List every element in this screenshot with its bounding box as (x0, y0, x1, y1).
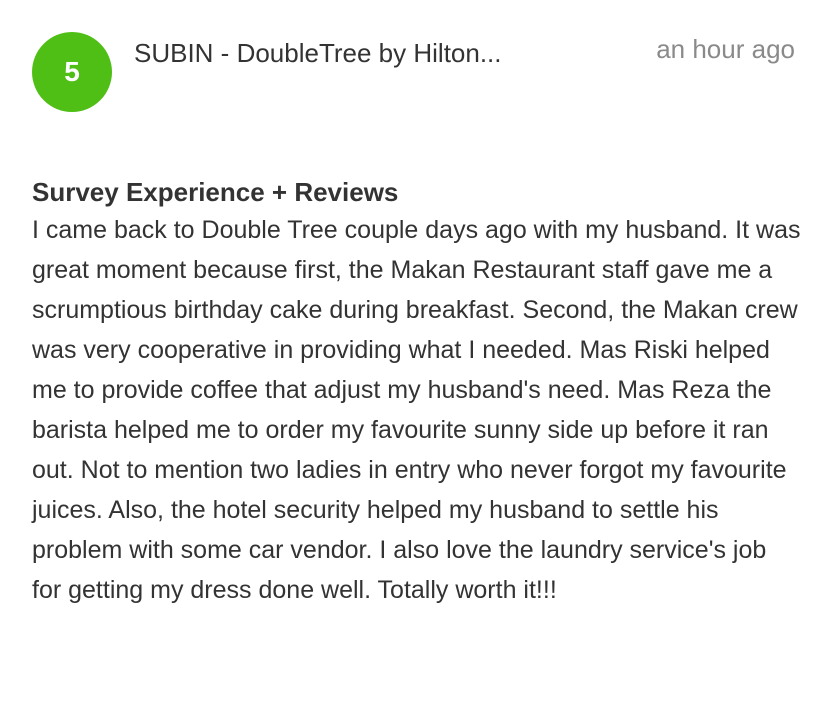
review-timestamp: an hour ago (656, 34, 795, 64)
review-source-title: SUBIN - DoubleTree by Hilton... (134, 38, 502, 68)
rating-badge: 5 (32, 32, 112, 112)
review-heading: Survey Experience + Reviews (32, 177, 399, 207)
rating-value: 5 (64, 56, 80, 87)
review-card: 5 SUBIN - DoubleTree by Hilton... an hou… (0, 0, 828, 712)
review-content: Survey Experience + Reviews I came back … (32, 174, 802, 610)
review-body: I came back to Double Tree couple days a… (32, 216, 801, 604)
